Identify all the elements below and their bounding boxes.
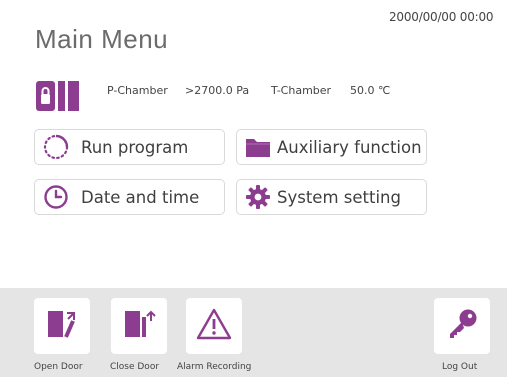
- open-door-button[interactable]: [34, 298, 90, 354]
- log-out-label: Log Out: [442, 362, 478, 372]
- run-program-label: Run program: [81, 137, 189, 157]
- warning-icon: [196, 307, 232, 346]
- folder-icon: [243, 132, 273, 162]
- auxiliary-function-label: Auxiliary function: [277, 137, 422, 157]
- p-chamber-label: P-Chamber: [107, 84, 168, 97]
- alarm-recording-label: Alarm Recording: [177, 362, 252, 372]
- system-setting-button[interactable]: System setting: [236, 179, 427, 215]
- t-chamber-value: 50.0 ℃: [350, 84, 391, 97]
- auxiliary-function-button[interactable]: Auxiliary function: [236, 129, 427, 165]
- datetime-display: 2000/00/00 00:00: [389, 10, 494, 24]
- clock-icon: [41, 182, 71, 212]
- gear-icon: [243, 182, 273, 212]
- loading-circle-icon: [41, 132, 71, 162]
- p-chamber-value: >2700.0 Pa: [185, 84, 250, 97]
- close-door-icon: [122, 307, 156, 346]
- key-icon: [445, 307, 479, 346]
- system-setting-label: System setting: [277, 187, 401, 207]
- chamber-status-bar: P-Chamber >2700.0 Pa T-Chamber 50.0 ℃: [35, 78, 455, 114]
- date-and-time-label: Date and time: [81, 187, 200, 207]
- page-title: Main Menu: [35, 24, 169, 54]
- close-door-button[interactable]: [111, 298, 167, 354]
- alarm-recording-button[interactable]: [186, 298, 242, 354]
- run-program-button[interactable]: Run program: [34, 129, 225, 165]
- date-and-time-button[interactable]: Date and time: [34, 179, 225, 215]
- open-door-label: Open Door: [34, 362, 83, 372]
- log-out-button[interactable]: [434, 298, 490, 354]
- t-chamber-label: T-Chamber: [271, 84, 332, 97]
- chamber-status-icon: [35, 80, 80, 112]
- open-door-icon: [45, 307, 79, 346]
- close-door-label: Close Door: [110, 362, 160, 372]
